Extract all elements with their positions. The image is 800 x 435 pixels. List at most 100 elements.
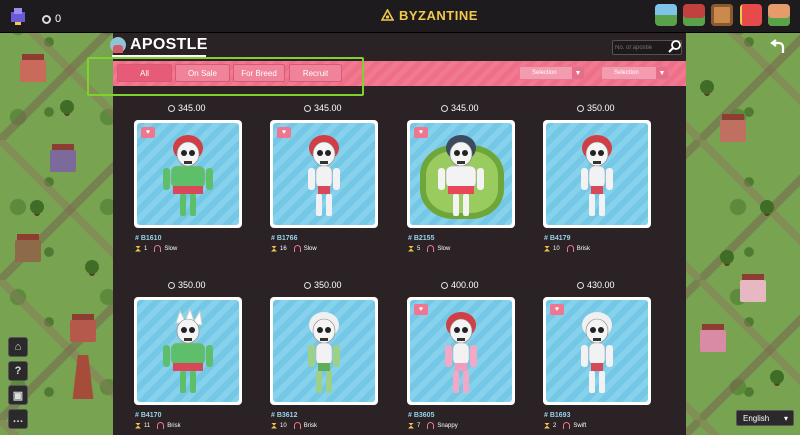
apostle-card[interactable] [134, 297, 242, 405]
apostle-figure [138, 124, 238, 225]
generation-value: 1 [144, 245, 148, 252]
apostle-card[interactable]: ♥ [270, 120, 378, 228]
speed-icon [154, 245, 162, 252]
chevron-down-icon: ▼ [572, 67, 584, 79]
apostle-id[interactable]: # B3612 [271, 412, 297, 419]
card-price-value: 350.00 [314, 280, 342, 290]
coin-balance: 0 [55, 13, 62, 25]
byzantine-logo-icon [381, 9, 394, 21]
apostle-meta: 10 Brisk [544, 245, 590, 252]
coin-icon [577, 281, 584, 289]
page-title-text: APOSTLE [130, 36, 208, 53]
help-icon[interactable]: ? [8, 361, 28, 381]
speed-icon [427, 245, 435, 252]
card-price-value: 350.00 [587, 103, 615, 113]
apostle-id[interactable]: # B1610 [135, 235, 161, 242]
apostle-meta: 7 Snappy [408, 422, 458, 429]
search-box [612, 40, 682, 55]
apostle-id[interactable]: # B1693 [544, 412, 570, 419]
coin-icon [577, 104, 584, 112]
chat-icon[interactable]: … [8, 409, 28, 429]
apostle-figure [411, 124, 511, 225]
crate-icon[interactable] [711, 4, 733, 26]
box-icon[interactable]: ▣ [8, 385, 28, 405]
apostle-meta: 5 Slow [408, 245, 450, 252]
card-price: 350.00 [577, 103, 615, 113]
search-input[interactable] [615, 41, 665, 54]
apostle-portrait: ♥ [273, 123, 375, 225]
apostle-id[interactable]: # B4179 [544, 235, 570, 242]
generation-icon [271, 245, 277, 252]
apostle-avatar-icon [110, 37, 126, 53]
coin-icon [168, 104, 175, 112]
apostle-card[interactable]: ♥ [134, 120, 242, 228]
back-icon[interactable] [768, 38, 788, 58]
apostle-portrait: ♥ [410, 300, 512, 402]
generation-value: 16 [280, 245, 287, 252]
game-logo-icon[interactable] [8, 6, 28, 26]
card-price-value: 400.00 [451, 280, 479, 290]
speed-value: Swift [573, 422, 587, 429]
selection-dropdown-2[interactable]: Selection ▼ [601, 66, 669, 80]
coin-icon [441, 104, 448, 112]
coin-icon [42, 15, 51, 24]
card-price: 350.00 [304, 280, 342, 290]
apostle-card[interactable]: ♥ [407, 120, 515, 228]
profile-icon[interactable] [768, 4, 790, 26]
card-price-value: 350.00 [178, 280, 206, 290]
card-price: 345.00 [304, 103, 342, 113]
speed-value: Snappy [437, 422, 458, 429]
apostle-meta: 16 Slow [271, 245, 317, 252]
present-icon[interactable] [740, 4, 762, 26]
generation-icon [135, 422, 141, 429]
heart-icon: ♥ [414, 304, 428, 315]
apostle-portrait: ♥ [410, 123, 512, 225]
speed-value: Brisk [303, 422, 318, 429]
speed-icon [157, 422, 165, 429]
card-price-value: 345.00 [451, 103, 479, 113]
apostle-id[interactable]: # B2155 [408, 235, 434, 242]
tab-highlight-outline [87, 57, 364, 96]
selection-dropdown-1[interactable]: Selection ▼ [519, 66, 585, 80]
generation-value: 7 [417, 422, 421, 429]
home-icon[interactable]: ⌂ [8, 337, 28, 357]
speed-icon [566, 245, 574, 252]
gift-box-icon[interactable] [683, 4, 705, 26]
coin-icon [304, 104, 311, 112]
page-title: APOSTLE [110, 36, 208, 54]
speed-icon [293, 422, 301, 429]
brand-name: BYZANTINE [399, 8, 478, 23]
coin-icon [304, 281, 311, 289]
apostle-card[interactable] [270, 297, 378, 405]
generation-icon [408, 245, 414, 252]
speed-value: Slow [164, 245, 178, 252]
card-price: 345.00 [441, 103, 479, 113]
apostle-card[interactable]: ♥ [543, 297, 651, 405]
apostle-card[interactable]: ♥ [407, 297, 515, 405]
heart-icon: ♥ [141, 127, 155, 138]
generation-value: 10 [553, 245, 560, 252]
apostle-card[interactable] [543, 120, 651, 228]
generation-value: 11 [144, 422, 151, 429]
apostle-portrait: ♥ [546, 300, 648, 402]
apostle-figure [138, 301, 238, 402]
apostle-figure [274, 124, 374, 225]
apostle-meta: 11 Brisk [135, 422, 181, 429]
apostle-id[interactable]: # B4170 [135, 412, 161, 419]
apostle-id[interactable]: # B1766 [271, 235, 297, 242]
apostle-figure [274, 301, 374, 402]
heart-icon: ♥ [277, 127, 291, 138]
card-price: 430.00 [577, 280, 615, 290]
search-icon[interactable] [667, 38, 683, 54]
generation-icon [544, 245, 550, 252]
apostle-meta: 1 Slow [135, 245, 177, 252]
apostle-figure [411, 301, 511, 402]
card-price: 345.00 [168, 103, 206, 113]
map-icon[interactable] [655, 4, 677, 26]
speed-value: Brisk [576, 245, 591, 252]
card-price: 400.00 [441, 280, 479, 290]
language-select[interactable]: English ▾ [736, 410, 794, 426]
top-bar: 0 BYZANTINE [0, 0, 800, 33]
speed-icon [293, 245, 301, 252]
apostle-id[interactable]: # B3605 [408, 412, 434, 419]
